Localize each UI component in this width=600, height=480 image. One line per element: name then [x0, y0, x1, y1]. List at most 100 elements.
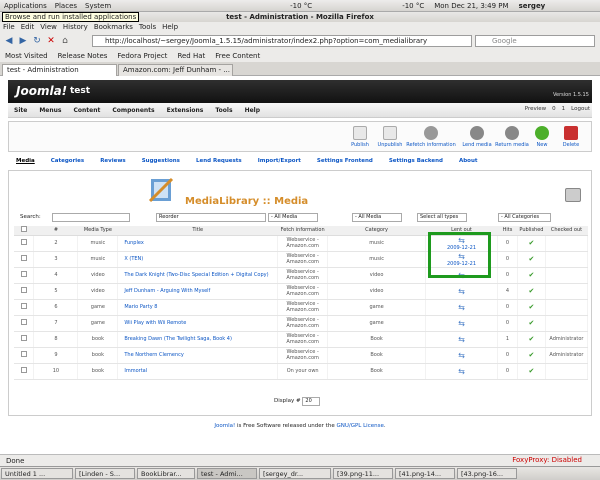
category-filter-select[interactable]: - All Categories	[498, 213, 551, 222]
return-icon[interactable]: ⇆	[458, 319, 465, 328]
row-checkbox[interactable]	[20, 271, 27, 277]
display-select[interactable]: 20	[302, 397, 321, 406]
bookmark-red-hat[interactable]: Red Hat	[172, 50, 210, 62]
published-check-icon[interactable]: ✔	[528, 319, 534, 327]
stop-icon[interactable]: ✕	[45, 35, 57, 47]
applications-menu[interactable]: Applications	[0, 2, 51, 10]
row-title-link[interactable]: X (TEN)	[117, 251, 279, 268]
menu-tools[interactable]: Tools	[136, 22, 159, 32]
reorder-select[interactable]: Reorder	[156, 213, 266, 222]
return-icon[interactable]: ⇆	[458, 335, 465, 344]
bookmark-release-notes[interactable]: Release Notes	[53, 50, 113, 62]
col-title[interactable]: Title	[117, 226, 278, 236]
row-checkbox[interactable]	[20, 367, 27, 373]
lend-media-button[interactable]: Lend media	[458, 126, 496, 148]
preview-link[interactable]: Preview	[525, 106, 546, 112]
admin-menu-components[interactable]: Components	[106, 107, 160, 114]
task-linden[interactable]: [Linden - S...	[75, 468, 135, 479]
row-checkbox[interactable]	[20, 255, 27, 261]
menu-history[interactable]: History	[60, 22, 91, 32]
system-menu[interactable]: System	[81, 2, 115, 10]
bookmark-free-content[interactable]: Free Content	[210, 50, 265, 62]
unpublish-button[interactable]: Unpublish	[371, 126, 409, 148]
published-check-icon[interactable]: ✔	[528, 351, 534, 359]
menu-help[interactable]: Help	[159, 22, 181, 32]
home-icon[interactable]: ⌂	[59, 35, 71, 47]
forward-icon[interactable]: ▶	[17, 35, 29, 47]
submenu-lend-requests[interactable]: Lend Requests	[188, 156, 250, 166]
task-test-admin[interactable]: test - Admi...	[197, 468, 257, 479]
published-check-icon[interactable]: ✔	[528, 287, 534, 295]
refetch-information-button[interactable]: Refetch information	[405, 126, 457, 148]
return-icon[interactable]: ⇆	[458, 351, 465, 360]
menu-file[interactable]: File	[0, 22, 18, 32]
media-filter-select-2[interactable]: - All Media	[352, 213, 402, 222]
row-checkbox[interactable]	[20, 319, 27, 325]
joomla-link[interactable]: Joomla!	[214, 423, 235, 429]
back-icon[interactable]: ◀	[3, 35, 15, 47]
admin-menu-help[interactable]: Help	[239, 107, 266, 114]
published-check-icon[interactable]: ✔	[528, 335, 534, 343]
row-checkbox[interactable]	[20, 335, 27, 341]
return-icon[interactable]: ⇆	[458, 367, 465, 376]
submenu-settings-backend[interactable]: Settings Backend	[381, 156, 451, 166]
published-check-icon[interactable]: ✔	[528, 303, 534, 311]
tab-amazon[interactable]: Amazon.com: Jeff Dunham - ...	[118, 64, 233, 76]
row-title-link[interactable]: Immortal	[117, 363, 279, 380]
col-number[interactable]: #	[33, 226, 78, 236]
print-icon[interactable]	[565, 188, 581, 202]
select-all-checkbox[interactable]	[20, 226, 27, 233]
submenu-settings-frontend[interactable]: Settings Frontend	[309, 156, 381, 166]
submenu-import-export[interactable]: Import/Export	[250, 156, 309, 166]
logout-link[interactable]: Logout	[571, 106, 590, 112]
return-icon[interactable]: ⇆	[458, 287, 465, 296]
col-category[interactable]: Category	[327, 226, 426, 236]
published-check-icon[interactable]: ✔	[528, 239, 534, 247]
users-count[interactable]: 1	[562, 106, 566, 112]
row-title-link[interactable]: Mario Party 8	[117, 299, 279, 316]
user-menu[interactable]: sergey	[519, 2, 546, 10]
admin-menu-extensions[interactable]: Extensions	[161, 107, 210, 114]
row-title-link[interactable]: The Dark Knight (Two-Disc Special Editio…	[117, 267, 279, 284]
row-title-link[interactable]: Funplex	[117, 235, 279, 252]
col-published[interactable]: Published	[517, 226, 546, 236]
tab-test-administration[interactable]: test - Administration	[2, 64, 117, 76]
weather-applet[interactable]: -10 °C	[290, 2, 312, 10]
col-hits[interactable]: Hits	[497, 226, 518, 236]
url-bar[interactable]: http://localhost/~sergey/Joomla_1.5.15/a…	[92, 35, 472, 47]
license-link[interactable]: GNU/GPL License	[336, 423, 383, 429]
search-input[interactable]: Google	[475, 35, 595, 47]
bookmark-most-visited[interactable]: Most Visited	[0, 50, 53, 62]
submenu-media[interactable]: Media	[8, 156, 43, 166]
media-filter-select[interactable]: - All Media	[268, 213, 318, 222]
row-checkbox[interactable]	[20, 351, 27, 357]
reload-icon[interactable]: ↻	[31, 35, 43, 47]
task-booklibrary[interactable]: BookLibrar...	[137, 468, 195, 479]
row-title-link[interactable]: Breaking Dawn (The Twilight Saga, Book 4…	[117, 331, 279, 348]
task-41png[interactable]: [41.png-14...	[395, 468, 455, 479]
row-title-link[interactable]: Jeff Dunham - Arguing With Myself	[117, 283, 279, 300]
task-sergey[interactable]: [sergey_dr...	[259, 468, 331, 479]
admin-menu-menus[interactable]: Menus	[33, 107, 67, 114]
foxyproxy-status[interactable]: FoxyProxy: Disabled	[512, 454, 582, 466]
weather-applet-2[interactable]: -10 °C	[402, 2, 424, 10]
col-checked-out[interactable]: Checked out	[545, 226, 588, 236]
published-check-icon[interactable]: ✔	[528, 271, 534, 279]
published-check-icon[interactable]: ✔	[528, 367, 534, 375]
submenu-reviews[interactable]: Reviews	[92, 156, 134, 166]
clock[interactable]: Mon Dec 21, 3:49 PM	[434, 2, 508, 10]
col-fetch-info[interactable]: Fetch information	[277, 226, 328, 236]
published-check-icon[interactable]: ✔	[528, 255, 534, 263]
row-checkbox[interactable]	[20, 239, 27, 245]
admin-menu-tools[interactable]: Tools	[209, 107, 238, 114]
row-checkbox[interactable]	[20, 303, 27, 309]
task-39png[interactable]: [39.png-11...	[333, 468, 393, 479]
row-title-link[interactable]: Wii Play with Wii Remote	[117, 315, 279, 332]
bookmark-fedora-project[interactable]: Fedora Project	[112, 50, 172, 62]
row-checkbox[interactable]	[20, 287, 27, 293]
filter-search-input[interactable]	[52, 213, 130, 222]
menu-view[interactable]: View	[37, 22, 60, 32]
type-filter-select[interactable]: Select all types	[417, 213, 467, 222]
places-menu[interactable]: Places	[51, 2, 81, 10]
admin-menu-site[interactable]: Site	[8, 107, 33, 114]
